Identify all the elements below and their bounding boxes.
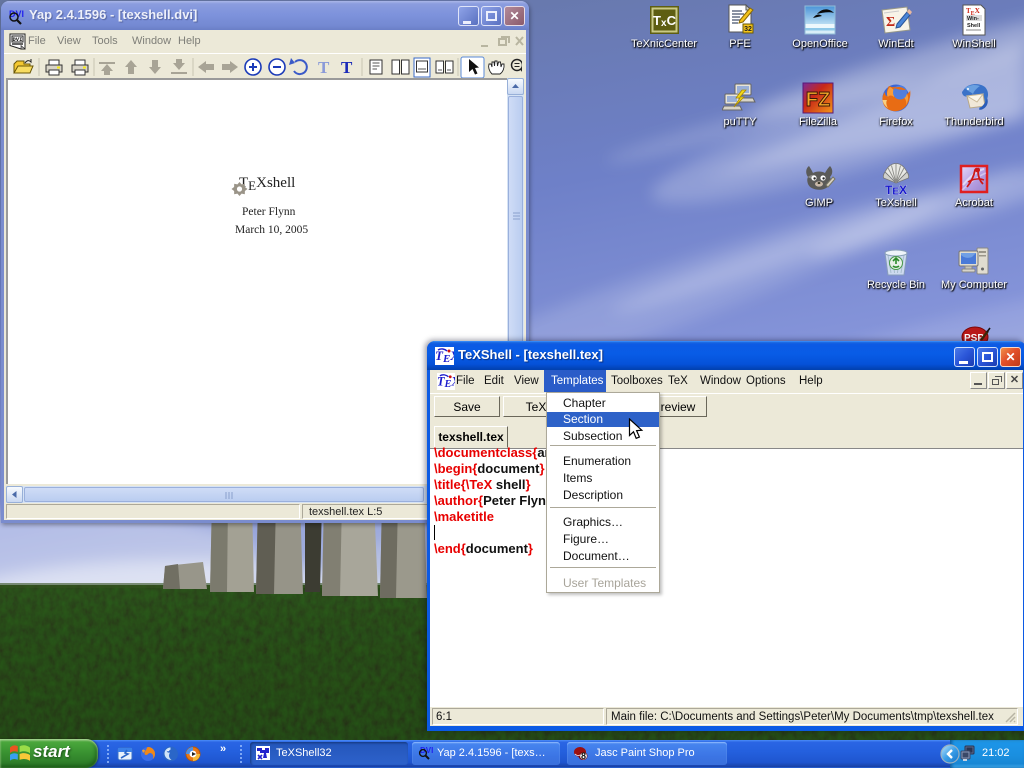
svg-text:T: T <box>318 58 330 77</box>
svg-text:FZ: FZ <box>806 89 830 111</box>
svg-text:T: T <box>341 58 353 77</box>
svg-text:Shell: Shell <box>967 23 981 29</box>
svg-text:8: 8 <box>581 751 586 761</box>
svg-text:Win-: Win- <box>967 16 979 22</box>
svg-text:32: 32 <box>744 26 752 33</box>
svg-text:DVI: DVI <box>13 36 23 43</box>
svg-text:Σ: Σ <box>886 15 895 30</box>
svg-text:TEX: TEX <box>885 183 907 197</box>
